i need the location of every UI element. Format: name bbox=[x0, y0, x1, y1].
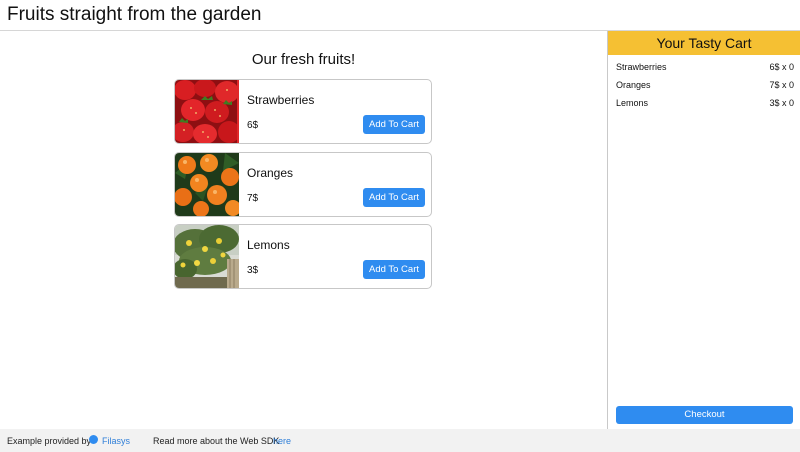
product-price: 3$ bbox=[247, 265, 259, 276]
product-name: Strawberries bbox=[247, 93, 315, 107]
cart-item-quantity: 7$ x 0 bbox=[769, 80, 794, 90]
footer-here-link[interactable]: here bbox=[273, 436, 291, 446]
product-name: Oranges bbox=[247, 166, 294, 180]
footer: Example provided by Filasys Read more ab… bbox=[0, 429, 800, 452]
cart-item: Lemons 3$ x 0 bbox=[616, 98, 794, 112]
footer-read-more-text: Read more about the Web SDK bbox=[153, 436, 280, 446]
product-price: 6$ bbox=[247, 120, 259, 131]
add-to-cart-button[interactable]: Add To Cart bbox=[363, 260, 425, 279]
page-title: Fruits straight from the garden bbox=[7, 4, 262, 25]
product-card-oranges: Oranges 7$ Add To Cart bbox=[174, 152, 432, 217]
lemon-tree-photo-icon bbox=[175, 225, 239, 288]
footer-provided-text: Example provided by bbox=[7, 436, 92, 446]
cart-title: Your Tasty Cart bbox=[608, 31, 800, 55]
cart-item-quantity: 6$ x 0 bbox=[769, 62, 794, 72]
product-price: 7$ bbox=[247, 193, 259, 204]
filasys-logo-icon bbox=[89, 435, 98, 444]
app-header: Fruits straight from the garden bbox=[0, 0, 800, 31]
product-card-lemons: Lemons 3$ Add To Cart bbox=[174, 224, 432, 289]
product-list-area: Our fresh fruits! Strawberries 6$ Add To… bbox=[0, 31, 607, 429]
cart-item-name: Strawberries bbox=[616, 62, 667, 72]
section-title: Our fresh fruits! bbox=[251, 51, 356, 68]
footer-brand-link[interactable]: Filasys bbox=[102, 436, 130, 446]
cart-item: Oranges 7$ x 0 bbox=[616, 80, 794, 94]
checkout-button[interactable]: Checkout bbox=[616, 406, 793, 424]
product-name: Lemons bbox=[247, 238, 290, 252]
add-to-cart-button[interactable]: Add To Cart bbox=[363, 188, 425, 207]
cart-item: Strawberries 6$ x 0 bbox=[616, 62, 794, 76]
orange-photo-icon bbox=[175, 153, 239, 216]
product-card-strawberries: Strawberries 6$ Add To Cart bbox=[174, 79, 432, 144]
add-to-cart-button[interactable]: Add To Cart bbox=[363, 115, 425, 134]
cart-panel: Your Tasty Cart Strawberries 6$ x 0 Oran… bbox=[607, 31, 800, 429]
cart-item-quantity: 3$ x 0 bbox=[769, 98, 794, 108]
strawberry-photo-icon bbox=[175, 80, 239, 143]
cart-item-name: Oranges bbox=[616, 80, 651, 90]
cart-item-name: Lemons bbox=[616, 98, 649, 108]
